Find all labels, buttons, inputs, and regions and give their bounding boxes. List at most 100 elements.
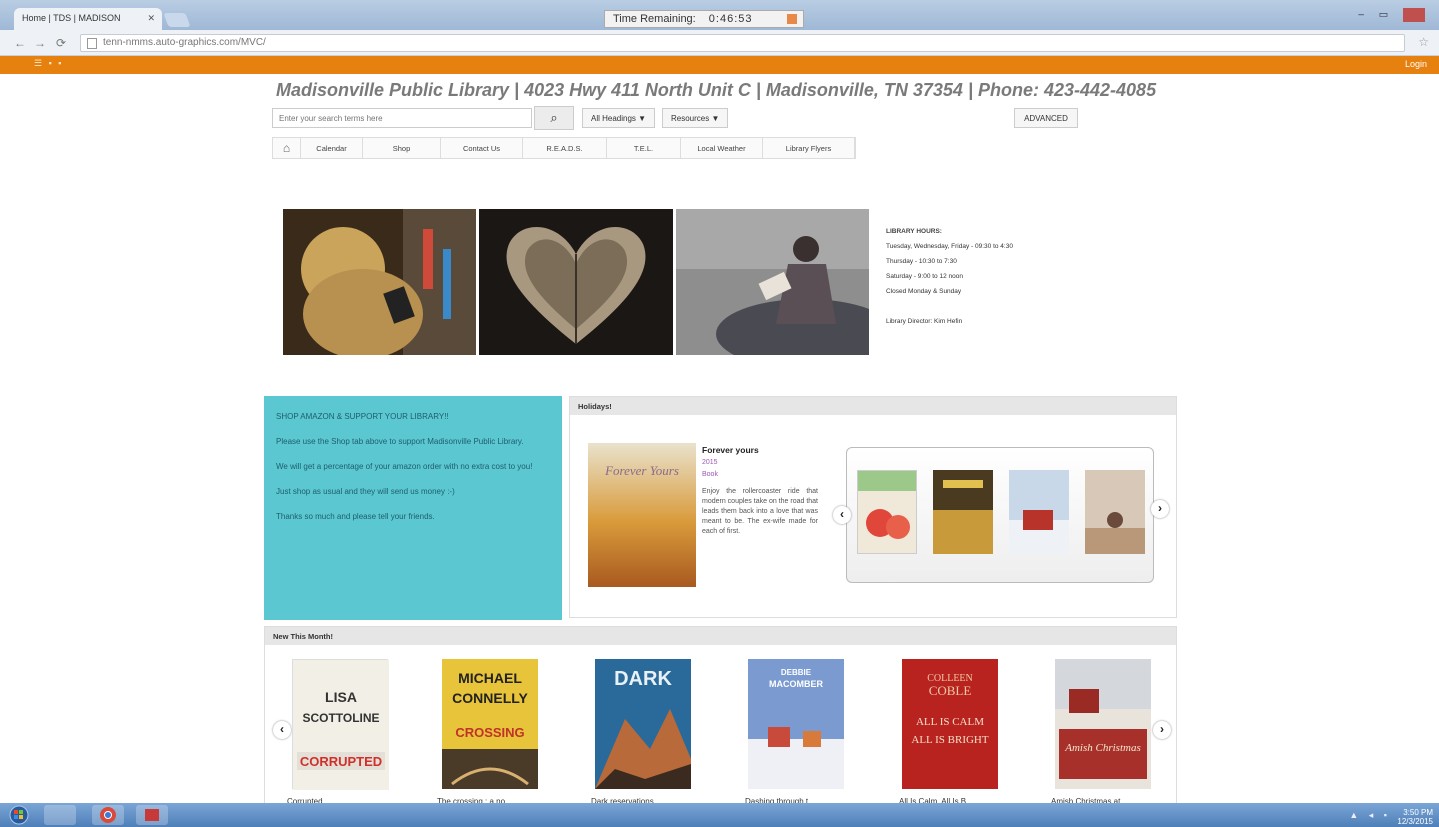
carousel-cover-graphic <box>1085 470 1145 554</box>
new-book-cover[interactable]: COLLEEN COBLE ALL IS CALM ALL IS BRIGHT <box>902 659 998 789</box>
new-month-prev-icon[interactable]: ‹ <box>273 721 291 739</box>
forward-arrow-icon[interactable]: → <box>34 36 46 50</box>
amazon-paragraph: Thanks so much and please tell your frie… <box>276 512 435 521</box>
featured-book-description: Enjoy the rollercoaster ride that modern… <box>702 488 818 535</box>
hours-heading: LIBRARY HOURS: <box>886 228 942 235</box>
search-icon[interactable]: ⌕ <box>534 106 574 130</box>
reload-icon[interactable]: ⟳ <box>56 36 66 50</box>
cover-author: COBLE <box>929 683 972 698</box>
taskbar-media-icon[interactable] <box>136 805 168 825</box>
media-icon <box>145 809 159 821</box>
carousel-book-cover[interactable] <box>1009 470 1069 554</box>
new-book-cover[interactable]: Amish Christmas <box>1055 659 1151 789</box>
taskbar-clock[interactable]: 3:50 PM 12/3/2015 <box>1397 808 1433 826</box>
cover-title: Amish Christmas <box>1064 742 1141 754</box>
new-book-cover-graphic: COLLEEN COBLE ALL IS CALM ALL IS BRIGHT <box>902 659 998 789</box>
new-book-cover[interactable]: MICHAEL CONNELLY CROSSING <box>442 659 538 789</box>
tab-contact-us[interactable]: Contact Us <box>441 138 523 158</box>
holiday-carousel: ‹ › <box>833 447 1169 583</box>
cover-author: MACOMBER <box>769 679 823 689</box>
headings-dropdown[interactable]: All Headings ▼ <box>582 108 656 128</box>
timer-stop-icon[interactable] <box>787 14 797 24</box>
window-close-button[interactable] <box>1403 8 1425 22</box>
start-button-icon[interactable] <box>6 805 32 825</box>
catalog-search-input[interactable] <box>272 108 532 128</box>
login-link[interactable]: Login <box>1405 59 1427 69</box>
taskbar-explorer-icon[interactable] <box>44 805 76 825</box>
library-title: Madisonville Public Library | 4023 Hwy 4… <box>276 80 1157 100</box>
os-taskbar: ▲ ◂ ▪ 3:50 PM 12/3/2015 <box>0 803 1439 827</box>
browser-tab[interactable]: Home | TDS | MADISON ✕ <box>14 8 162 30</box>
tab-shop[interactable]: Shop <box>363 138 441 158</box>
carousel-cover-graphic <box>933 470 993 554</box>
featured-book-year: 2015 <box>702 459 718 466</box>
cover-title: CROSSING <box>455 725 524 740</box>
taskbar-chrome-icon[interactable] <box>92 805 124 825</box>
featured-book-cover[interactable]: Forever Yours <box>588 443 696 587</box>
library-director: Library Director: Kim Hefin <box>886 318 963 325</box>
tab-calendar[interactable]: Calendar <box>301 138 363 158</box>
time-remaining-timer: Time Remaining: 0:46:53 <box>604 10 804 28</box>
cover-title: CORRUPTED <box>300 754 382 769</box>
back-arrow-icon[interactable]: ← <box>14 36 26 50</box>
hero-image-2-graphic <box>479 209 673 355</box>
home-icon[interactable]: ⌂ <box>273 138 301 158</box>
cover-author: LISA <box>325 689 357 705</box>
new-book-cover-graphic: MICHAEL CONNELLY CROSSING <box>442 659 538 789</box>
tab-tel[interactable]: T.E.L. <box>607 138 681 158</box>
new-book-cover-graphic: DEBBIE MACOMBER <box>748 659 844 789</box>
clock-date: 12/3/2015 <box>1397 817 1433 826</box>
hero-image-woman-reading <box>676 209 869 355</box>
amazon-paragraph: Just shop as usual and they will send us… <box>276 487 455 496</box>
advanced-search-button[interactable]: ADVANCED <box>1014 108 1078 128</box>
minimize-maximize-icons[interactable]: – ▭ <box>1358 10 1394 21</box>
new-book-cover[interactable]: DEBBIE MACOMBER <box>748 659 844 789</box>
carousel-book-cover[interactable] <box>857 470 917 554</box>
tab-close-icon[interactable]: ✕ <box>147 13 155 24</box>
holiday-carousel-prev-icon[interactable]: ‹ <box>833 506 851 524</box>
new-book-cover[interactable]: DARK <box>595 659 691 789</box>
hours-line: Thursday - 10:30 to 7:30 <box>886 258 957 265</box>
holidays-panel: Holidays! Forever Yours Forever yours 20… <box>569 396 1177 618</box>
address-bar[interactable]: tenn-nmms.auto-graphics.com/MVC/ <box>80 34 1405 52</box>
library-hours: LIBRARY HOURS: Tuesday, Wednesday, Frida… <box>886 224 1013 329</box>
clock-time: 3:50 PM <box>1403 808 1433 817</box>
cover-title: DARK <box>614 668 672 690</box>
new-this-month-heading: New This Month! <box>265 627 1176 645</box>
hours-line: Closed Monday & Sunday <box>886 288 962 295</box>
system-tray-icons[interactable]: ▲ ◂ ▪ <box>1349 810 1391 821</box>
featured-book-title[interactable]: Forever yours <box>702 445 759 455</box>
browser-toolbar: ← → ⟳ tenn-nmms.auto-graphics.com/MVC/ ☆ <box>0 30 1439 56</box>
browser-tab-title: Home | TDS | MADISON <box>22 13 121 23</box>
featured-cover-graphic: Forever Yours <box>588 443 696 587</box>
page-icon <box>87 38 97 49</box>
cover-author: CONNELLY <box>452 690 528 706</box>
main-nav: ⌂ Calendar Shop Contact Us R.E.A.D.S. T.… <box>272 137 856 159</box>
featured-cover-text: Forever Yours <box>604 463 679 478</box>
site-menu-icon[interactable]: ☰ ▪ ▪ <box>34 58 63 69</box>
resources-dropdown[interactable]: Resources ▼ <box>662 108 729 128</box>
new-month-next-icon[interactable]: › <box>1153 721 1171 739</box>
new-book-cover-graphic: Amish Christmas <box>1055 659 1151 789</box>
amazon-heading: SHOP AMAZON & SUPPORT YOUR LIBRARY!! <box>276 412 449 421</box>
tab-library-flyers[interactable]: Library Flyers <box>763 138 855 158</box>
cover-title-line: ALL IS CALM <box>916 716 984 728</box>
new-book-cover[interactable]: LISA SCOTTOLINE CORRUPTED <box>292 659 389 790</box>
chrome-icon <box>100 807 116 823</box>
amazon-paragraph: We will get a percentage of your amazon … <box>276 462 533 471</box>
hours-line: Saturday - 9:00 to 12 noon <box>886 273 963 280</box>
tab-reads[interactable]: R.E.A.D.S. <box>523 138 607 158</box>
cover-author: MICHAEL <box>458 670 522 686</box>
cover-author: SCOTTOLINE <box>302 711 379 725</box>
bookmark-star-icon[interactable]: ☆ <box>1418 35 1429 49</box>
address-url: tenn-nmms.auto-graphics.com/MVC/ <box>103 37 266 48</box>
carousel-book-cover[interactable] <box>1085 470 1145 554</box>
hero-image-book-heart <box>479 209 673 355</box>
carousel-cover-graphic <box>1009 470 1069 554</box>
new-tab-button[interactable] <box>163 13 191 27</box>
new-this-month-panel: New This Month! ‹ › LISA SCOTTOLINE CORR… <box>264 626 1177 806</box>
holiday-carousel-next-icon[interactable]: › <box>1151 500 1169 518</box>
carousel-book-cover[interactable] <box>933 470 993 554</box>
holidays-heading: Holidays! <box>570 397 1176 415</box>
tab-local-weather[interactable]: Local Weather <box>681 138 763 158</box>
